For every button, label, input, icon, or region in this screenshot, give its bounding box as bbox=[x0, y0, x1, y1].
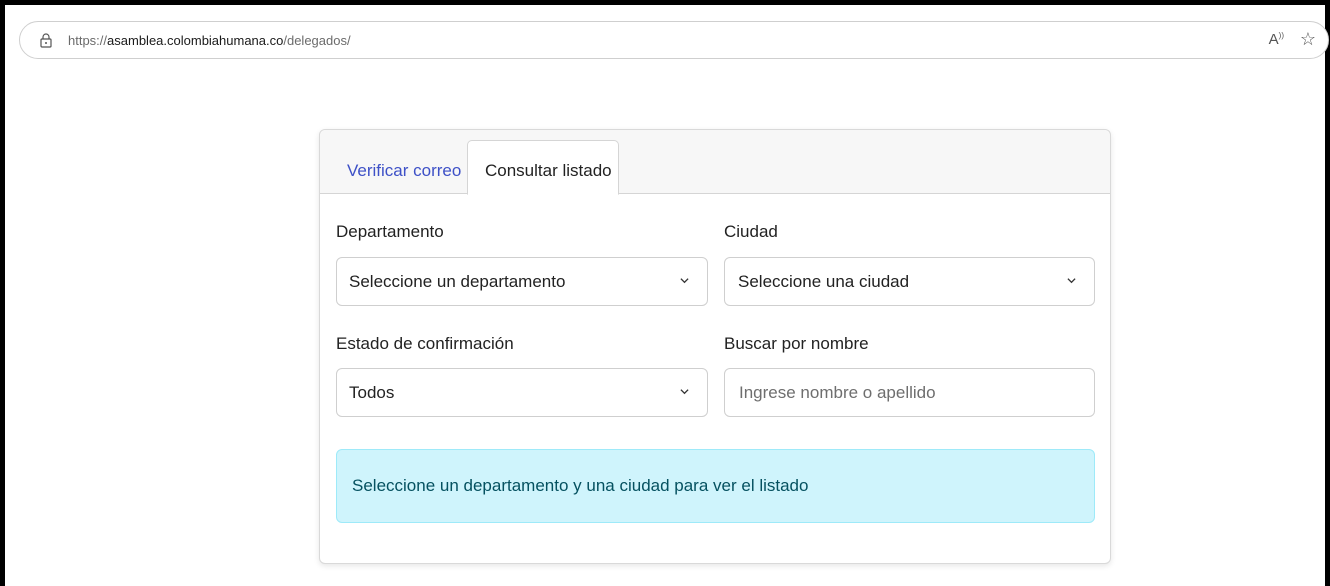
address-bar[interactable]: https://asamblea.colombiahumana.co/deleg… bbox=[19, 21, 1329, 59]
url-domain: asamblea.colombiahumana.co bbox=[107, 33, 284, 48]
favorite-star-icon[interactable]: ☆ bbox=[1300, 29, 1316, 50]
chevron-down-icon bbox=[680, 389, 689, 395]
tab-consultar-listado[interactable]: Consultar listado bbox=[467, 140, 619, 195]
buscar-label: Buscar por nombre bbox=[724, 334, 869, 353]
departamento-label: Departamento bbox=[336, 222, 444, 241]
chevron-down-icon bbox=[680, 278, 689, 284]
chevron-down-icon bbox=[1067, 278, 1076, 284]
estado-label: Estado de confirmación bbox=[336, 334, 514, 353]
browser-window: https://asamblea.colombiahumana.co/deleg… bbox=[5, 5, 1329, 586]
read-aloud-icon[interactable]: A)) bbox=[1269, 31, 1284, 48]
tab-verificar-correo[interactable]: Verificar correo bbox=[328, 140, 468, 195]
buscar-nombre-input[interactable]: Ingrese nombre o apellido bbox=[724, 368, 1095, 417]
ciudad-select[interactable]: Seleccione una ciudad bbox=[724, 257, 1095, 306]
departamento-select[interactable]: Seleccione un departamento bbox=[336, 257, 708, 306]
url-path: /delegados/ bbox=[283, 33, 351, 48]
ciudad-label: Ciudad bbox=[724, 222, 778, 241]
card-header: Verificar correo Consultar listado bbox=[320, 130, 1110, 195]
delegados-card: Verificar correo Consultar listado Depar… bbox=[319, 129, 1111, 564]
estado-select[interactable]: Todos bbox=[336, 368, 708, 417]
alert-message: Seleccione un departamento y una ciudad … bbox=[352, 476, 809, 495]
url-protocol: https:// bbox=[68, 33, 108, 48]
estado-select-value: Todos bbox=[349, 383, 395, 402]
buscar-placeholder: Ingrese nombre o apellido bbox=[739, 383, 936, 402]
departamento-select-value: Seleccione un departamento bbox=[349, 272, 566, 291]
url-text[interactable]: https://asamblea.colombiahumana.co/deleg… bbox=[68, 33, 351, 48]
ciudad-select-value: Seleccione una ciudad bbox=[738, 272, 910, 291]
lock-icon[interactable] bbox=[40, 33, 52, 48]
info-alert: Seleccione un departamento y una ciudad … bbox=[336, 449, 1095, 523]
